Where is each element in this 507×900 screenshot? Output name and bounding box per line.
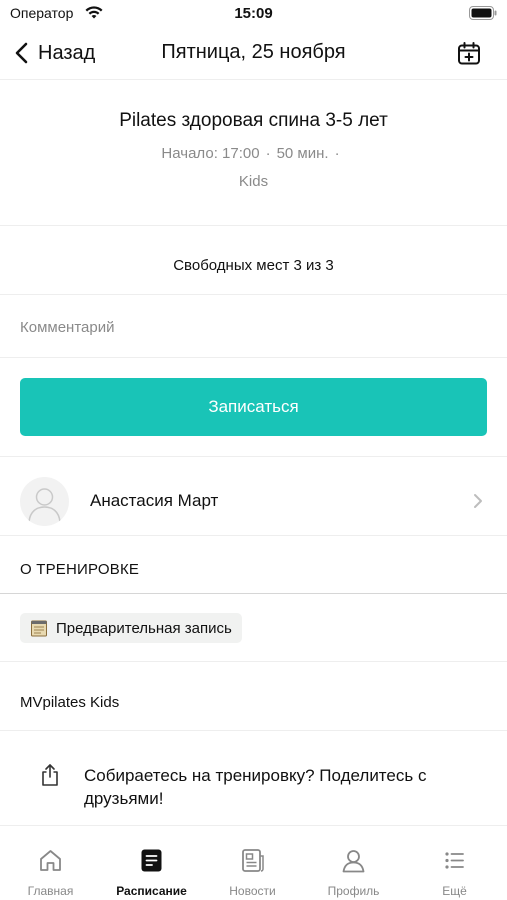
signup-area: Записаться (0, 358, 507, 457)
notepad-icon (31, 620, 47, 637)
booking-tag-row: Предварительная запись (0, 594, 507, 662)
tab-bar: Главная Расписание Новости Профиль Ещё (0, 830, 507, 900)
calendar-add-icon (458, 42, 480, 65)
tab-news[interactable]: Новости (202, 830, 303, 900)
meta-separator: · (334, 145, 340, 162)
class-start-time: Начало: 17:00 (161, 145, 260, 162)
news-icon (242, 849, 264, 872)
chevron-right-icon (474, 494, 482, 508)
class-duration: 50 мин. (276, 145, 329, 162)
home-icon (40, 850, 61, 871)
available-slots-text: Свободных мест 3 из 3 (173, 257, 334, 274)
more-icon (445, 852, 464, 869)
available-slots-row: Свободных мест 3 из 3 (0, 226, 507, 295)
studio-name: MVpilates Kids (20, 694, 120, 711)
comment-input[interactable] (20, 313, 480, 341)
profile-icon (342, 850, 365, 873)
booking-type-label: Предварительная запись (56, 619, 232, 637)
tab-home[interactable]: Главная (0, 830, 101, 900)
trainer-name: Анастасия Март (90, 491, 219, 510)
trainer-row[interactable]: Анастасия Март (0, 457, 507, 536)
add-to-calendar-button[interactable] (455, 40, 483, 68)
schedule-icon (141, 849, 162, 872)
class-title: Pilates здоровая спина 3-5 лет (119, 110, 388, 131)
class-header: Pilates здоровая спина 3-5 лет Начало: 1… (0, 80, 507, 226)
user-placeholder-icon (28, 488, 61, 523)
tab-label: Расписание (116, 884, 187, 898)
share-text: Собираетесь на тренировку? Поделитесь с … (84, 766, 427, 808)
class-meta: Начало: 17:00 · 50 мин. · (0, 145, 507, 162)
class-category: Kids (238, 173, 269, 190)
tab-label: Профиль (327, 884, 380, 898)
chevron-left-icon (15, 42, 28, 64)
status-bar: Оператор 15:09 (0, 0, 507, 28)
studio-row: MVpilates Kids (0, 662, 507, 731)
status-time: 15:09 (234, 5, 273, 22)
signup-button[interactable]: Записаться (20, 378, 487, 436)
tab-label: Главная (27, 884, 74, 898)
back-button[interactable]: Назад (14, 38, 95, 68)
comment-row (0, 295, 507, 358)
share-icon (42, 764, 58, 786)
meta-separator: · (265, 145, 271, 162)
share-row[interactable]: Собираетесь на тренировку? Поделитесь с … (0, 731, 507, 826)
tab-profile[interactable]: Профиль (303, 830, 404, 900)
avatar (20, 477, 69, 526)
navigation-bar: Назад Пятница, 25 ноября (0, 28, 507, 80)
tab-more[interactable]: Ещё (404, 830, 505, 900)
back-label: Назад (38, 41, 96, 64)
booking-type-badge: Предварительная запись (20, 613, 242, 643)
about-section-title: О ТРЕНИРОВКЕ (20, 561, 140, 578)
tab-label: Новости (229, 884, 276, 898)
battery-icon (469, 6, 497, 25)
tab-schedule[interactable]: Расписание (101, 830, 202, 900)
tab-label: Ещё (442, 884, 467, 898)
